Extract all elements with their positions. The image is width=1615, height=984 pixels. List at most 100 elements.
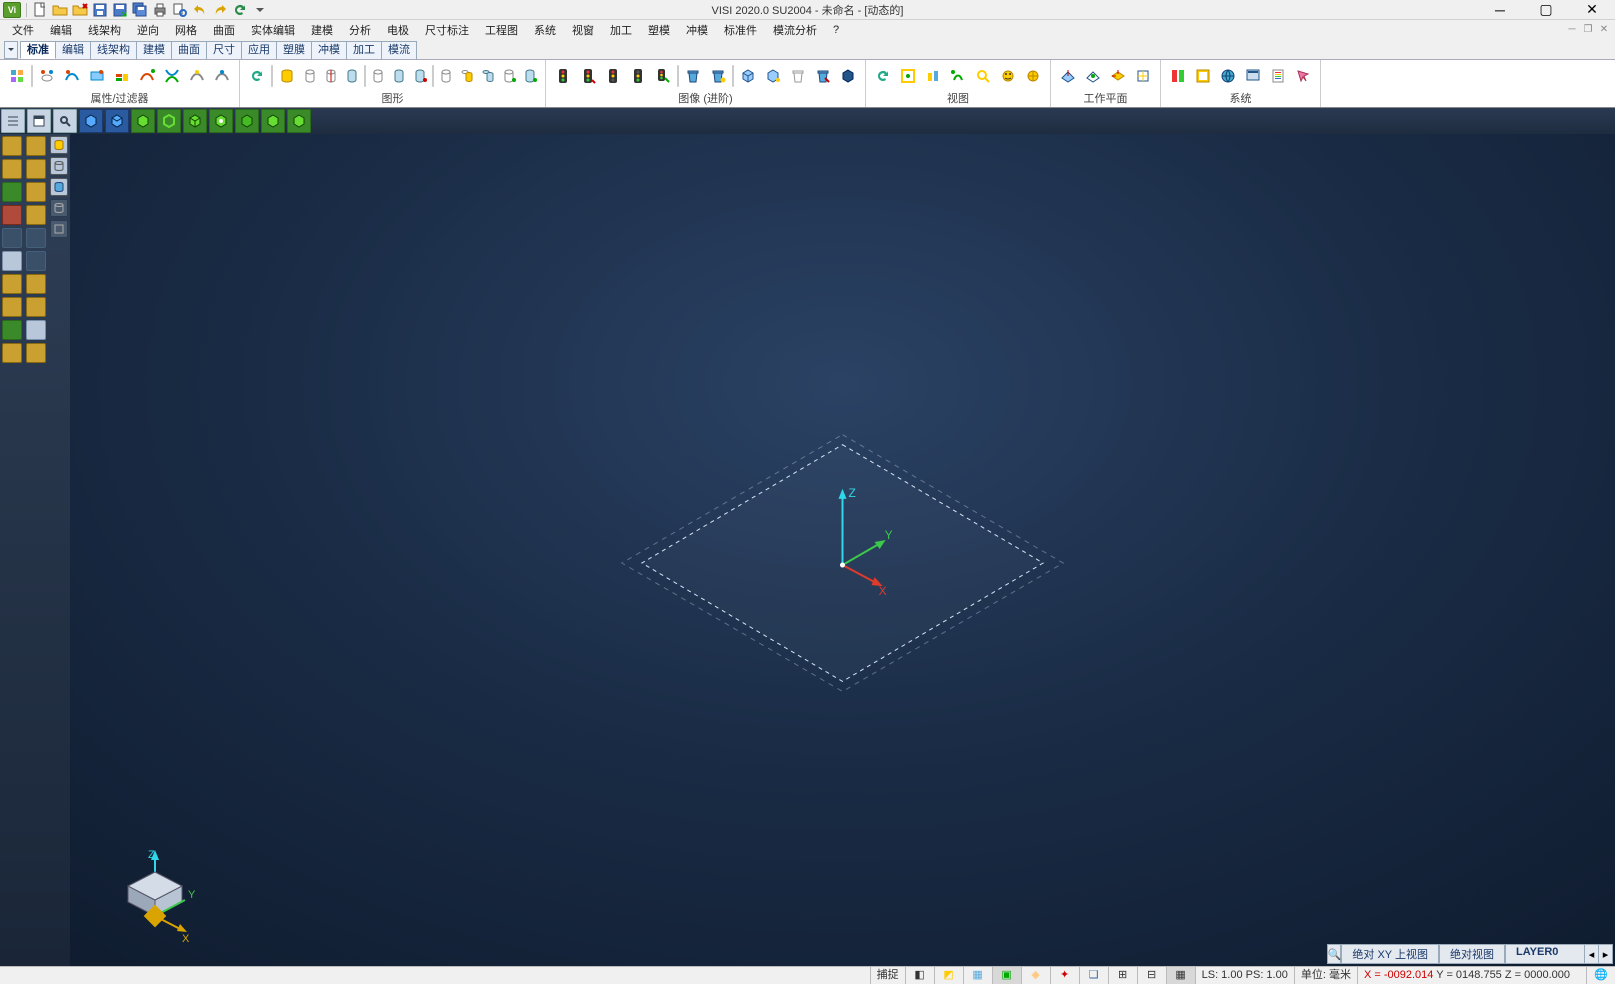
- tab-standard[interactable]: 标准: [20, 41, 56, 59]
- gfx-cyl-5-icon[interactable]: [369, 65, 387, 87]
- lt3-2-icon[interactable]: [50, 157, 68, 175]
- status-unit[interactable]: 单位: 毫米: [1295, 967, 1358, 984]
- tab-application[interactable]: 应用: [241, 41, 277, 59]
- gfx-cyl-10-icon[interactable]: [479, 65, 497, 87]
- img-trash-2-icon[interactable]: [707, 65, 729, 87]
- gfx-cyl-2-icon[interactable]: [301, 65, 319, 87]
- sys-tool-6-icon[interactable]: [1292, 65, 1314, 87]
- mdi-close-icon[interactable]: ✕: [1597, 23, 1611, 37]
- lt2-6-icon[interactable]: [26, 251, 46, 271]
- tab-dimension[interactable]: 尺寸: [206, 41, 242, 59]
- lt1-10-icon[interactable]: [2, 343, 22, 363]
- vp-cube-green-1-icon[interactable]: [131, 109, 155, 133]
- menu-mold[interactable]: 塑模: [640, 20, 678, 40]
- redo-icon[interactable]: [211, 2, 229, 18]
- save-icon[interactable]: [91, 2, 109, 18]
- menu-moldflow[interactable]: 模流分析: [765, 20, 825, 40]
- mdi-minimize-icon[interactable]: ─: [1565, 23, 1579, 37]
- mdi-restore-icon[interactable]: ❐: [1581, 23, 1595, 37]
- menu-press[interactable]: 冲模: [678, 20, 716, 40]
- status-btn-5[interactable]: ◆: [1022, 967, 1051, 984]
- menu-wireframe[interactable]: 线架构: [80, 20, 129, 40]
- vp-cube-green-3-icon[interactable]: [183, 109, 207, 133]
- info-next-icon[interactable]: ▸: [1599, 944, 1613, 964]
- tab-modeling[interactable]: 建模: [136, 41, 172, 59]
- info-prev-icon[interactable]: ◂: [1585, 944, 1599, 964]
- view-zoom-icon[interactable]: [972, 65, 994, 87]
- lt1-4-icon[interactable]: [2, 205, 22, 225]
- menu-edit[interactable]: 编辑: [42, 20, 80, 40]
- filter-text-icon[interactable]: [186, 65, 208, 87]
- qat-dropdown-icon[interactable]: [251, 2, 269, 18]
- wp-tool-1-icon[interactable]: [1057, 65, 1079, 87]
- menu-drawing[interactable]: 工程图: [477, 20, 526, 40]
- menu-analyze[interactable]: 分析: [341, 20, 379, 40]
- filter-surface-icon[interactable]: [86, 65, 108, 87]
- lt3-3-icon[interactable]: [50, 178, 68, 196]
- menu-mesh[interactable]: 网格: [167, 20, 205, 40]
- open-file-icon[interactable]: [51, 2, 69, 18]
- menu-window[interactable]: 视窗: [564, 20, 602, 40]
- attr-tool-1-icon[interactable]: [6, 65, 28, 87]
- img-traffic-4-icon[interactable]: [627, 65, 649, 87]
- vp-cube-green-7-icon[interactable]: [287, 109, 311, 133]
- img-traffic-5-icon[interactable]: [652, 65, 674, 87]
- close-button[interactable]: ✕: [1569, 0, 1615, 20]
- sys-tool-5-icon[interactable]: [1267, 65, 1289, 87]
- gfx-cyl-4-icon[interactable]: [343, 65, 361, 87]
- vp-window-icon[interactable]: [27, 109, 51, 133]
- lt1-6-icon[interactable]: [2, 251, 22, 271]
- tab-press[interactable]: 冲模: [311, 41, 347, 59]
- vp-cube-green-2-icon[interactable]: [157, 109, 181, 133]
- status-btn-1[interactable]: ◧: [906, 967, 935, 984]
- gfx-cylinder-1-icon[interactable]: [276, 65, 298, 87]
- lt1-2-icon[interactable]: [2, 159, 22, 179]
- gfx-cyl-7-icon[interactable]: [411, 65, 429, 87]
- menu-machining[interactable]: 加工: [602, 20, 640, 40]
- status-btn-6[interactable]: ✦: [1051, 967, 1080, 984]
- viewport-3d[interactable]: Z Y X Z X Y: [70, 134, 1615, 966]
- menu-system[interactable]: 系统: [526, 20, 564, 40]
- menu-surface[interactable]: 曲面: [205, 20, 243, 40]
- lt2-5-icon[interactable]: [26, 228, 46, 248]
- gfx-cyl-6-icon[interactable]: [390, 65, 408, 87]
- lt1-8-icon[interactable]: [2, 297, 22, 317]
- gfx-cyl-8-icon[interactable]: [437, 65, 455, 87]
- vp-cube-blue-1-icon[interactable]: [79, 109, 103, 133]
- sys-tool-1-icon[interactable]: [1167, 65, 1189, 87]
- menu-reverse[interactable]: 逆向: [129, 20, 167, 40]
- undo-icon[interactable]: [191, 2, 209, 18]
- lt2-10-icon[interactable]: [26, 343, 46, 363]
- menu-standard-parts[interactable]: 标准件: [716, 20, 765, 40]
- vp-cube-green-5-icon[interactable]: [235, 109, 259, 133]
- view-fit-icon[interactable]: [897, 65, 919, 87]
- menu-help[interactable]: ?: [825, 22, 847, 38]
- print-icon[interactable]: [151, 2, 169, 18]
- status-btn-4[interactable]: ▣: [993, 967, 1022, 984]
- gfx-cyl-9-icon[interactable]: [458, 65, 476, 87]
- lt2-8-icon[interactable]: [26, 297, 46, 317]
- status-btn-9[interactable]: ⊟: [1138, 967, 1167, 984]
- img-trash-1-icon[interactable]: [682, 65, 704, 87]
- save-all-icon[interactable]: [131, 2, 149, 18]
- view-refresh-icon[interactable]: [872, 65, 894, 87]
- gfx-cyl-3-icon[interactable]: [322, 65, 340, 87]
- lt3-1-icon[interactable]: [50, 136, 68, 154]
- tab-dropdown-button[interactable]: [4, 41, 18, 59]
- menu-electrode[interactable]: 电极: [379, 20, 417, 40]
- status-btn-7[interactable]: ❏: [1080, 967, 1109, 984]
- view-tool-6-icon[interactable]: [997, 65, 1019, 87]
- info-layer[interactable]: LAYER0: [1505, 944, 1585, 964]
- img-cube-1-icon[interactable]: [737, 65, 759, 87]
- info-view-2[interactable]: 绝对视图: [1439, 944, 1505, 964]
- status-snap[interactable]: 捕捉: [871, 967, 906, 984]
- close-file-icon[interactable]: [71, 2, 89, 18]
- gfx-cyl-12-icon[interactable]: [521, 65, 539, 87]
- wp-tool-4-icon[interactable]: [1132, 65, 1154, 87]
- menu-solid-edit[interactable]: 实体编辑: [243, 20, 303, 40]
- info-search-icon[interactable]: 🔍: [1327, 944, 1341, 964]
- sys-globe-icon[interactable]: [1217, 65, 1239, 87]
- tab-surface[interactable]: 曲面: [171, 41, 207, 59]
- tab-machining[interactable]: 加工: [346, 41, 382, 59]
- img-traffic-3-icon[interactable]: [602, 65, 624, 87]
